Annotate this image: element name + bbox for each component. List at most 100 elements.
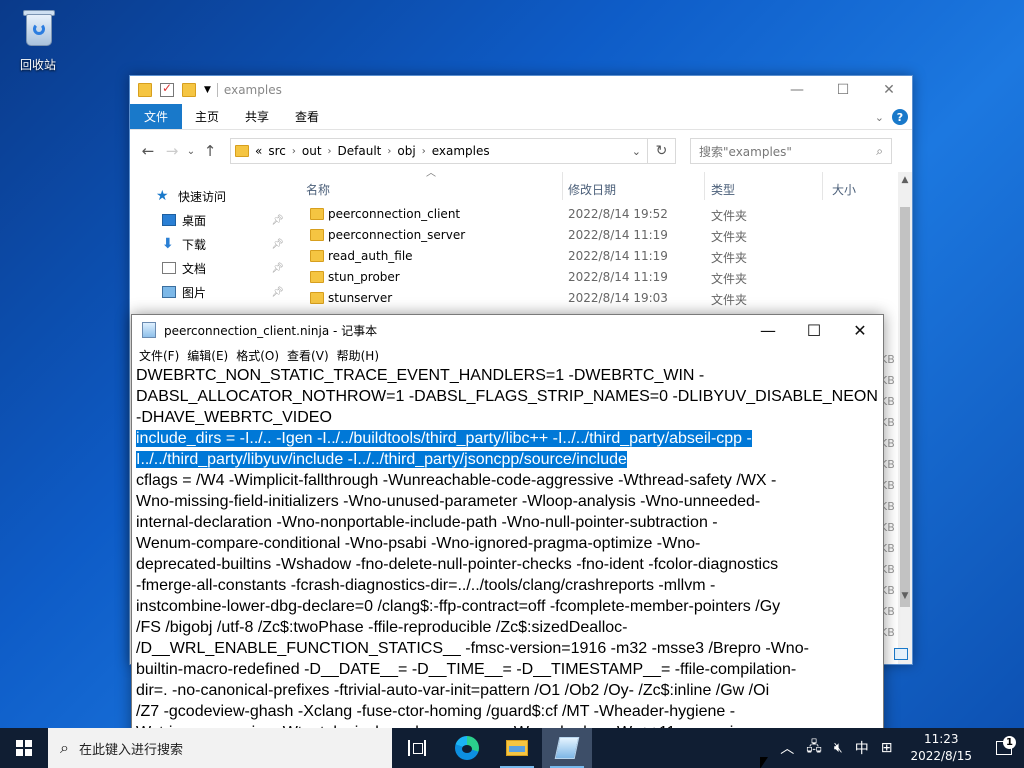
scrollbar-thumb[interactable] bbox=[900, 207, 910, 607]
menu-file[interactable]: 文件(F) bbox=[135, 347, 183, 364]
ime-indicator[interactable]: 中 bbox=[849, 738, 875, 758]
pin-icon: 📌︎ bbox=[271, 286, 284, 298]
taskbar: ⌕ 在此键入进行搜索 ︿ 🖧︎ 🔇︎ 中 ⊞ 11:23 2022/8/15 1 bbox=[0, 728, 1024, 768]
task-view-icon bbox=[408, 740, 426, 756]
file-type: 文件夹 bbox=[711, 293, 748, 307]
minimize-icon[interactable]: — bbox=[745, 315, 791, 345]
file-type: 文件夹 bbox=[711, 230, 748, 244]
scroll-down-icon[interactable]: ▼ bbox=[898, 588, 912, 604]
properties-icon[interactable] bbox=[160, 81, 174, 97]
show-hidden-icons-icon[interactable]: ︿ bbox=[774, 738, 800, 758]
folder-icon bbox=[310, 208, 324, 220]
notepad-icon bbox=[554, 737, 580, 759]
file-date: 2022/8/14 11:19 bbox=[568, 228, 668, 242]
close-icon[interactable]: ✕ bbox=[837, 315, 883, 345]
menu-view[interactable]: 查看(V) bbox=[283, 347, 333, 364]
nav-documents[interactable]: 文档 📌︎ bbox=[130, 256, 290, 280]
nav-quick-access[interactable]: ★ 快速访问 bbox=[130, 184, 290, 208]
taskbar-search[interactable]: ⌕ 在此键入进行搜索 bbox=[48, 728, 392, 768]
nav-desktop[interactable]: 桌面 📌︎ bbox=[130, 208, 290, 232]
file-explorer-button[interactable] bbox=[492, 728, 542, 768]
forward-icon[interactable]: → bbox=[160, 142, 184, 160]
maximize-icon[interactable]: ☐ bbox=[791, 315, 837, 345]
recycle-bin-shortcut[interactable]: 回收站 bbox=[8, 6, 68, 73]
folder-icon bbox=[310, 229, 324, 241]
mouse-cursor-icon bbox=[760, 757, 768, 768]
recent-locations-icon[interactable]: ⌄ bbox=[184, 146, 198, 157]
up-icon[interactable]: ↑ bbox=[198, 142, 222, 160]
new-folder-icon[interactable] bbox=[182, 83, 196, 97]
search-input[interactable]: 搜索"examples" ⌕ bbox=[690, 138, 892, 164]
file-row[interactable]: peerconnection_server 2022/8/14 11:19 文件… bbox=[306, 225, 898, 246]
notepad-menubar: 文件(F) 编辑(E) 格式(O) 查看(V) 帮助(H) bbox=[132, 345, 883, 365]
clock[interactable]: 11:23 2022/8/15 bbox=[898, 731, 984, 765]
breadcrumb-default[interactable]: Default bbox=[338, 144, 382, 158]
file-type: 文件夹 bbox=[711, 272, 748, 286]
file-name: stunserver bbox=[328, 291, 393, 305]
expand-ribbon-icon[interactable]: ⌄ bbox=[875, 111, 884, 124]
edge-icon bbox=[455, 736, 479, 760]
menu-edit[interactable]: 编辑(E) bbox=[183, 347, 232, 364]
tab-share[interactable]: 共享 bbox=[232, 104, 282, 129]
tab-view[interactable]: 查看 bbox=[282, 104, 332, 129]
refresh-icon[interactable]: ↻ bbox=[648, 138, 676, 164]
breadcrumb-obj[interactable]: obj bbox=[397, 144, 415, 158]
recycle-bin-icon bbox=[18, 6, 58, 50]
chevron-down-icon[interactable]: ⌄ bbox=[632, 145, 641, 158]
customize-quick-access-icon[interactable]: ▼ bbox=[204, 85, 211, 95]
chevron-right-icon[interactable]: › bbox=[292, 146, 296, 157]
file-row[interactable]: stun_prober 2022/8/14 11:19 文件夹 bbox=[306, 267, 898, 288]
text-after-selection: cflags = /W4 -Wimplicit-fallthrough -Wun… bbox=[136, 472, 809, 767]
pin-icon: 📌︎ bbox=[271, 262, 284, 274]
nav-item-label: 文档 bbox=[182, 261, 207, 276]
address-bar[interactable]: « src › out › Default › obj › examples ⌄ bbox=[230, 138, 648, 164]
menu-help[interactable]: 帮助(H) bbox=[333, 347, 383, 364]
file-row[interactable]: read_auth_file 2022/8/14 11:19 文件夹 bbox=[306, 246, 898, 267]
file-name: peerconnection_client bbox=[328, 207, 461, 221]
breadcrumb-out[interactable]: out bbox=[302, 144, 322, 158]
chevron-right-icon[interactable]: › bbox=[328, 146, 332, 157]
notepad-taskbar-button[interactable] bbox=[542, 728, 592, 768]
breadcrumb-src[interactable]: src bbox=[268, 144, 286, 158]
sort-ascending-icon: ︿ bbox=[426, 168, 436, 179]
file-row[interactable]: peerconnection_client 2022/8/14 19:52 文件… bbox=[306, 204, 898, 225]
chevron-right-icon[interactable]: › bbox=[422, 146, 426, 157]
breadcrumb-examples[interactable]: examples bbox=[432, 144, 490, 158]
tab-home[interactable]: 主页 bbox=[182, 104, 232, 129]
notepad-text-area[interactable]: DWEBRTC_NON_STATIC_TRACE_EVENT_HANDLERS=… bbox=[136, 365, 879, 767]
folder-icon bbox=[138, 83, 152, 97]
notepad-title: peerconnection_client.ninja - 记事本 bbox=[164, 323, 378, 338]
minimize-icon[interactable]: — bbox=[774, 76, 820, 104]
column-name[interactable]: 名称 bbox=[306, 181, 330, 198]
details-view-icon[interactable] bbox=[894, 648, 908, 660]
ribbon-tabs: 文件 主页 共享 查看 ⌄ ? bbox=[130, 104, 912, 130]
input-mode-icon[interactable]: ⊞ bbox=[875, 740, 899, 756]
edge-button[interactable] bbox=[442, 728, 492, 768]
task-view-button[interactable] bbox=[392, 728, 442, 768]
file-type: 文件夹 bbox=[711, 251, 748, 265]
scroll-up-icon[interactable]: ▲ bbox=[898, 172, 912, 188]
tab-file[interactable]: 文件 bbox=[130, 104, 183, 129]
recycle-bin-label: 回收站 bbox=[19, 58, 56, 72]
nav-pictures[interactable]: 图片 📌︎ bbox=[130, 280, 290, 304]
network-icon[interactable]: 🖧︎ bbox=[800, 736, 828, 760]
folder-icon bbox=[310, 250, 324, 262]
menu-format[interactable]: 格式(O) bbox=[232, 347, 283, 364]
start-button[interactable] bbox=[0, 728, 48, 768]
folder-icon bbox=[310, 271, 324, 283]
close-icon[interactable]: ✕ bbox=[866, 76, 912, 104]
file-row[interactable]: stunserver 2022/8/14 19:03 文件夹 bbox=[306, 288, 898, 309]
column-size[interactable]: 大小 bbox=[832, 181, 856, 198]
action-center-button[interactable]: 1 bbox=[984, 736, 1024, 755]
vertical-scrollbar[interactable]: ▲ ▼ bbox=[898, 172, 912, 664]
windows-logo-icon bbox=[16, 740, 32, 756]
maximize-icon[interactable]: ☐ bbox=[820, 76, 866, 104]
back-icon[interactable]: ← bbox=[136, 142, 160, 160]
volume-muted-icon[interactable]: 🔇︎ bbox=[828, 740, 849, 756]
nav-downloads[interactable]: ⬇ 下载 📌︎ bbox=[130, 232, 290, 256]
chevron-right-icon[interactable]: › bbox=[387, 146, 391, 157]
column-date[interactable]: 修改日期 bbox=[568, 181, 616, 198]
breadcrumb-overflow[interactable]: « bbox=[255, 144, 262, 158]
help-icon[interactable]: ? bbox=[892, 109, 908, 125]
column-type[interactable]: 类型 bbox=[711, 181, 735, 198]
